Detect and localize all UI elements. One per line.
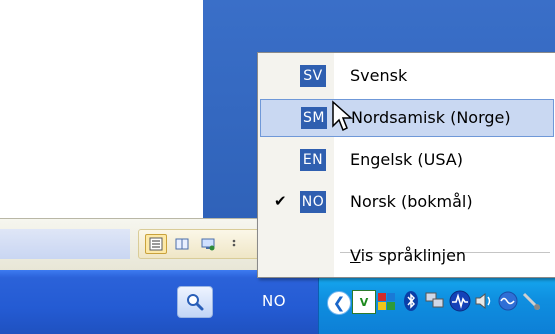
toolbar-book-button[interactable] bbox=[171, 234, 193, 254]
menu-item-norsk[interactable]: ✔ NO Norsk (bokmål) bbox=[260, 183, 554, 221]
monitor-icon bbox=[201, 238, 215, 251]
window-frame-segment bbox=[0, 229, 130, 259]
list-view-icon bbox=[149, 237, 163, 251]
menu-item-label-rest: is språklinjen bbox=[360, 246, 467, 265]
mouse-cursor-icon bbox=[332, 100, 353, 132]
menu-item-show-language-bar[interactable]: Vis språklinjen bbox=[260, 237, 554, 275]
language-code-badge: NO bbox=[300, 191, 326, 213]
search-button[interactable] bbox=[177, 286, 213, 318]
tray-expand-button[interactable]: ❮ bbox=[327, 291, 351, 315]
wave-icon bbox=[498, 291, 518, 311]
checkmark-icon: ✔ bbox=[274, 192, 287, 210]
menu-item-engelsk[interactable]: EN Engelsk (USA) bbox=[260, 141, 554, 179]
application-window bbox=[0, 0, 203, 218]
network-icon bbox=[425, 292, 444, 308]
tray-app-icon[interactable]: V bbox=[352, 290, 376, 314]
signal-monitor-icon bbox=[449, 290, 471, 312]
volume-icon bbox=[475, 292, 491, 310]
book-icon bbox=[175, 238, 189, 250]
menu-item-svensk[interactable]: SV Svensk bbox=[260, 57, 554, 95]
more-options-icon bbox=[232, 239, 236, 247]
menu-item-label: Engelsk (USA) bbox=[350, 150, 463, 169]
tray-monitor-icon[interactable] bbox=[449, 290, 471, 312]
tray-text-icon: V bbox=[359, 295, 369, 309]
input-language-menu: SV Svensk SM Nordsamisk (Norge) EN Engel… bbox=[257, 52, 555, 278]
tray-blue-icon[interactable] bbox=[497, 290, 519, 312]
tray-network-icon[interactable] bbox=[424, 290, 446, 312]
menu-item-label: Svensk bbox=[350, 66, 408, 85]
satellite-icon bbox=[522, 292, 541, 311]
access-key: V bbox=[350, 246, 361, 265]
menu-item-nordsamisk[interactable]: SM Nordsamisk (Norge) bbox=[260, 99, 554, 137]
tray-extra-icon[interactable] bbox=[521, 290, 543, 312]
toolbar-view-button[interactable] bbox=[145, 234, 167, 254]
menu-item-label: Vis språklinjen bbox=[350, 246, 466, 265]
security-icon bbox=[378, 293, 395, 310]
tray-bluetooth-icon[interactable] bbox=[400, 290, 422, 312]
chevron-left-icon: ❮ bbox=[332, 294, 346, 312]
bluetooth-icon bbox=[404, 291, 418, 311]
toolbar-options-button[interactable] bbox=[223, 234, 245, 254]
menu-item-label: Nordsamisk (Norge) bbox=[351, 108, 511, 127]
language-code-badge: SV bbox=[300, 65, 326, 87]
tray-security-icon[interactable] bbox=[376, 290, 398, 312]
toolbar-display-button[interactable] bbox=[197, 234, 219, 254]
search-icon bbox=[187, 294, 204, 311]
language-code-badge: EN bbox=[300, 149, 326, 171]
menu-item-label: Norsk (bokmål) bbox=[350, 192, 473, 211]
tray-volume-icon[interactable] bbox=[473, 290, 495, 312]
input-language-indicator[interactable]: NO bbox=[262, 292, 286, 310]
language-code-badge: SM bbox=[301, 107, 327, 129]
